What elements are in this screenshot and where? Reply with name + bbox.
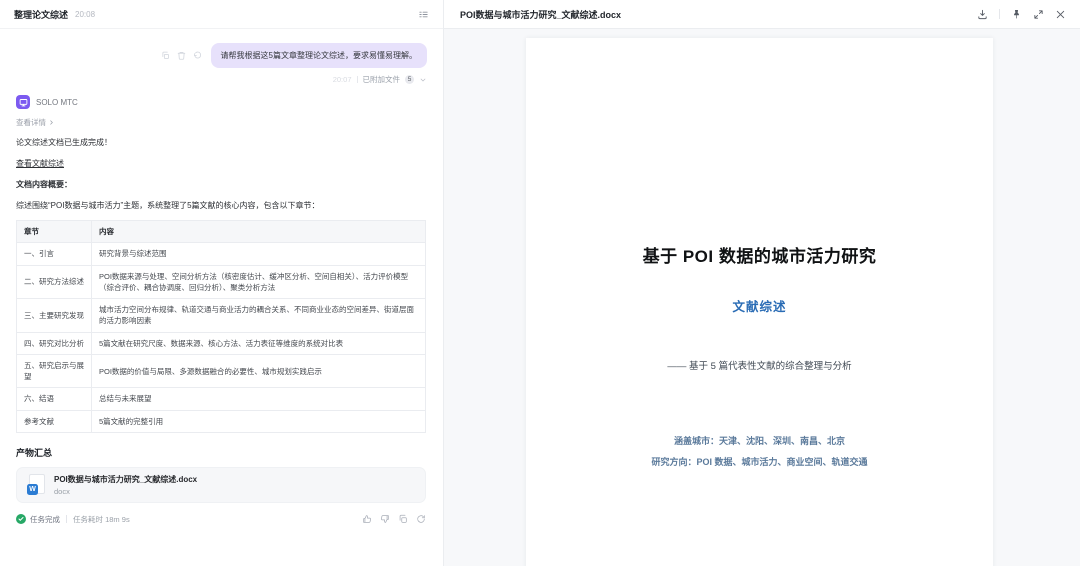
download-icon[interactable] [977,9,988,20]
table-row: 一、引言 研究背景与综述范围 [16,242,426,266]
word-file-icon: W [27,474,45,496]
table-cell: 城市活力空间分布规律、轨道交通与商业活力的耦合关系、不同商业业态的空间差异、街道… [91,298,426,333]
table-cell: 二、研究方法综述 [16,264,92,300]
refresh-icon[interactable] [416,514,426,524]
table-cell: 五、研究启示与展望 [16,353,92,389]
chevron-right-icon [50,120,53,125]
document-preview-panel: POI数据与城市活力研究_文献综述.docx 基于 POI 数据的城市活力研究 … [444,0,1080,566]
feedback-icons [362,514,426,524]
meta-divider [356,76,358,84]
thumbs-down-icon[interactable] [380,514,390,524]
preview-document-title: POI数据与城市活力研究_文献综述.docx [460,9,622,20]
table-cell: 总结与未来展望 [91,387,426,411]
table-row: 六、结语 总结与未来展望 [16,387,426,411]
preview-canvas[interactable]: 基于 POI 数据的城市活力研究 文献综述 —— 基于 5 篇代表性文献的综合整… [444,29,1080,566]
doc-title: 基于 POI 数据的城市活力研究 [642,247,877,266]
chat-scroll-area[interactable]: 请帮我根据这5篇文章整理论文综述，要求易懂易理解。 20:07 已附加文件 5 … [0,29,443,566]
table-cell: 参考文献 [16,409,92,433]
toolbar-divider [999,9,1000,19]
doc-subtitle: 文献综述 [732,300,787,314]
table-cell: 四、研究对比分析 [16,331,92,355]
expand-icon[interactable] [1033,9,1044,20]
delete-icon[interactable] [177,51,186,60]
task-status-row: 任务完成 任务耗时 18m 9s [16,514,426,525]
table-cell: 研究背景与综述范围 [91,242,426,266]
elapsed-label: 任务耗时 [73,514,103,524]
summary-intro: 综述围绕“POI数据与城市活力”主题，系统整理了5篇文献的核心内容，包含以下章节… [16,201,320,211]
panel-list-toggle-icon[interactable] [418,9,429,20]
message-time: 20:07 [332,75,352,85]
attachment-count-badge: 5 [405,75,414,85]
user-message-row: 请帮我根据这5篇文章整理论文综述，要求易懂易理解。 [16,43,427,69]
message-action-icons [161,51,202,60]
table-header-row: 章节 内容 [16,220,426,244]
table-row: 五、研究启示与展望 POI数据的价值与局限、多源数据融合的必要性、城市规划实践启示 [16,353,426,389]
artifact-file-card[interactable]: W POI数据与城市活力研究_文献综述.docx docx [16,466,426,503]
chat-session-time: 20:08 [75,9,96,19]
monitor-icon [19,98,27,107]
table-cell: POI数据来源与处理、空间分析方法（核密度估计、缓冲区分析、空间自相关）、活力评… [91,264,426,300]
status-divider [66,515,67,524]
agent-name: SOLO MTC [36,97,78,107]
view-details-label: 查看详情 [16,118,46,128]
doc-cities-line: 涵盖城市：天津、沈阳、深圳、南昌、北京 [673,436,845,446]
table-row: 二、研究方法综述 POI数据来源与处理、空间分析方法（核密度估计、缓冲区分析、空间… [16,264,426,300]
document-page: 基于 POI 数据的城市活力研究 文献综述 —— 基于 5 篇代表性文献的综合整… [526,38,993,566]
task-status-label: 任务完成 [30,514,60,524]
table-cell: 三、主要研究发现 [16,298,92,333]
chat-session-title: 整理论文综述 [14,9,69,20]
artifacts-heading: 产物汇总 [16,447,53,458]
preview-header: POI数据与城市活力研究_文献综述.docx [444,0,1080,29]
chat-header: 整理论文综述 20:08 [0,0,443,29]
table-row: 三、主要研究发现 城市活力空间分布规律、轨道交通与商业活力的耦合关系、不同商业业态… [16,298,426,333]
pin-icon[interactable] [1011,9,1022,20]
table-row: 参考文献 5篇文献的完整引用 [16,409,426,433]
table-cell: POI数据的价值与局限、多源数据融合的必要性、城市规划实践启示 [91,353,426,389]
artifact-file-name: POI数据与城市活力研究_文献综述.docx [54,474,198,484]
elapsed-value: 18m 9s [105,514,130,524]
chevron-down-icon[interactable] [419,76,427,84]
agent-avatar [16,95,30,110]
check-circle-icon [16,514,26,525]
preview-toolbar [977,9,1066,20]
copy-icon[interactable] [161,51,170,60]
table-cell: 5篇文献的完整引用 [91,409,426,433]
chat-panel: 整理论文综述 20:08 请帮我根据这5篇文章整理论文综述，要求易懂易理解。 2… [0,0,444,566]
close-icon[interactable] [1055,9,1066,20]
agent-identity-row: SOLO MTC [16,95,427,110]
view-details-link[interactable]: 查看详情 [16,117,55,128]
summary-heading: 文档内容概要： [16,180,72,190]
table-cell: 一、引言 [16,242,92,266]
artifact-file-type: docx [54,486,70,496]
table-header-chapter: 章节 [16,220,92,244]
table-cell: 5篇文献在研究尺度、数据来源、核心方法、活力表征等维度的系统对比表 [91,331,426,355]
user-message-bubble: 请帮我根据这5篇文章整理论文综述，要求易懂易理解。 [210,43,427,69]
copy-icon[interactable] [398,514,408,524]
retry-icon[interactable] [193,51,202,60]
table-row: 四、研究对比分析 5篇文献在研究尺度、数据来源、核心方法、活力表征等维度的系统对比… [16,331,426,355]
view-review-link[interactable]: 查看文献综述 [16,158,64,170]
doc-byline: —— 基于 5 篇代表性文献的综合整理与分析 [667,361,852,372]
thumbs-up-icon[interactable] [362,514,372,524]
table-header-content: 内容 [91,220,426,244]
assistant-done-text: 论文综述文档已生成完成！ [16,138,112,148]
attachment-label: 已附加文件 [362,75,401,85]
doc-fields-line: 研究方向：POI 数据、城市活力、商业空间、轨道交通 [651,457,868,467]
table-cell: 六、结语 [16,387,92,411]
summary-table: 章节 内容 一、引言 研究背景与综述范围 二、研究方法综述 POI数据来源与处理、空… [16,220,426,433]
message-meta-row: 20:07 已附加文件 5 [16,74,427,85]
